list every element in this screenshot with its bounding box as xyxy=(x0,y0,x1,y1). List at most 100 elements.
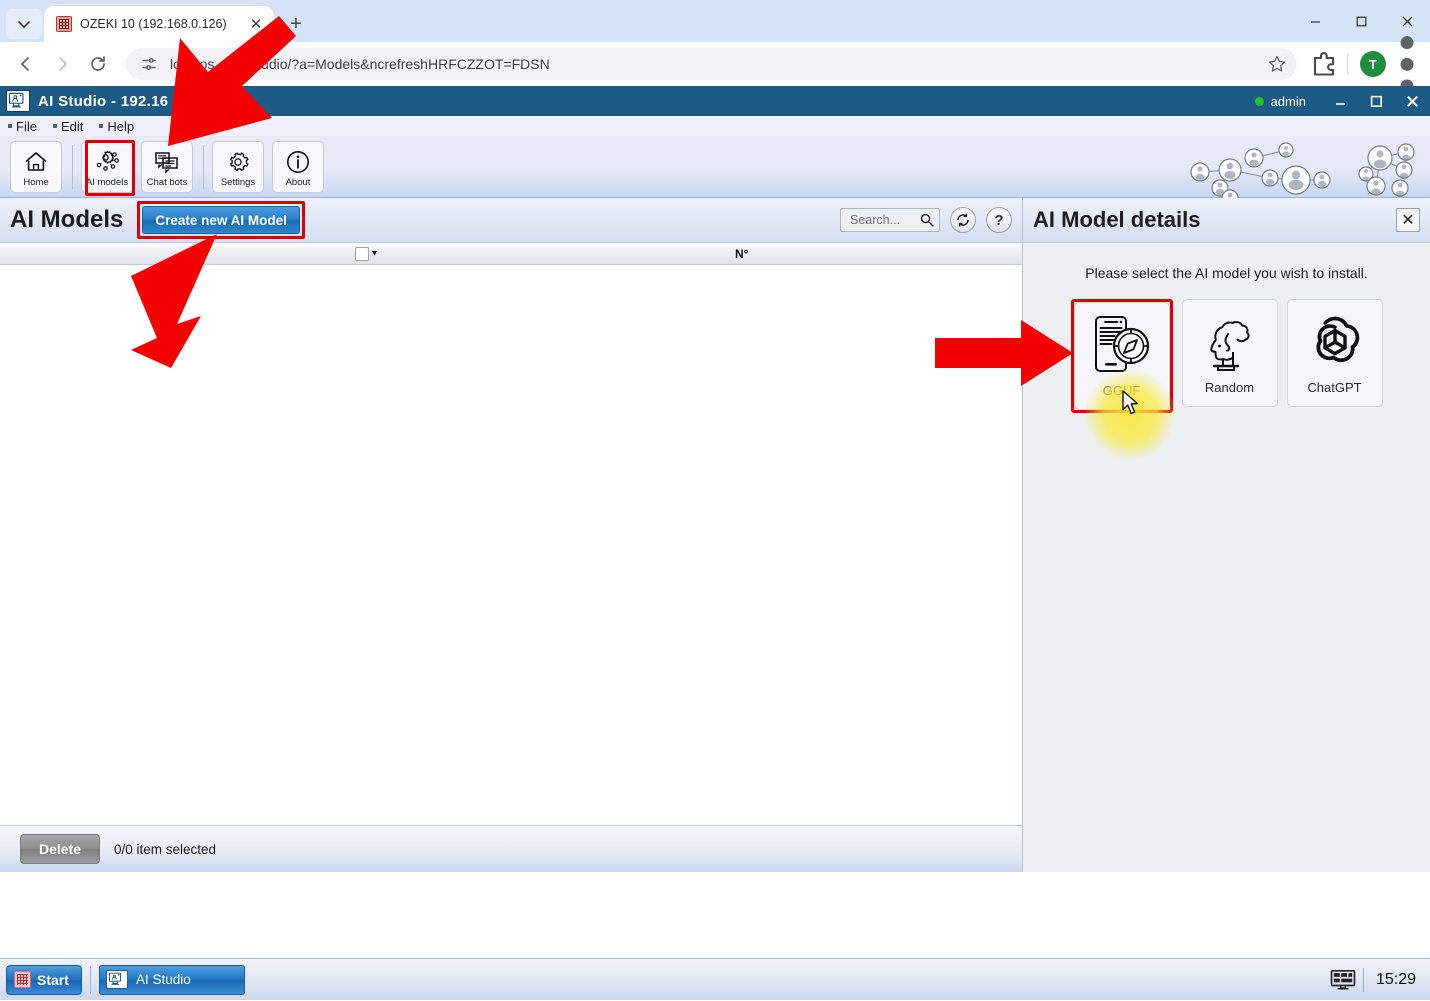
bookmark-star-icon[interactable] xyxy=(1267,54,1287,74)
menu-edit[interactable]: Edit xyxy=(52,118,84,134)
refresh-icon xyxy=(957,213,969,227)
menu-edit-label: Edit xyxy=(60,118,84,134)
minimize-icon[interactable] xyxy=(1292,0,1338,42)
toolbar-ai-models[interactable]: AI models xyxy=(81,140,133,193)
ai-models-list-pane: AI Models Create new AI Model Search... … xyxy=(0,198,1023,872)
model-card-chatgpt[interactable]: ChatGPT xyxy=(1286,299,1383,407)
column-header-number: N° xyxy=(735,246,749,261)
info-icon xyxy=(287,150,309,173)
chrome-menu-icon[interactable] xyxy=(1394,35,1420,93)
list-footer: Delete 0/0 item selected xyxy=(0,825,1022,872)
help-button[interactable]: ? xyxy=(986,207,1012,233)
taskbar-item-label: AI Studio xyxy=(136,972,191,987)
details-header: AI Model details ✕ xyxy=(1023,198,1430,243)
chevron-down-icon[interactable]: ▾ xyxy=(372,248,377,259)
select-all-control[interactable]: ▾ xyxy=(355,246,377,261)
taskbar-divider xyxy=(90,965,91,994)
search-icon[interactable] xyxy=(920,213,934,227)
toolbar-settings[interactable]: Settings xyxy=(212,140,264,193)
model-card-random[interactable]: Random xyxy=(1181,299,1278,407)
settings-gear-icon xyxy=(230,151,249,171)
status-dot xyxy=(1254,96,1264,106)
ai-studio-window: AI Studio - 192.16 admin File Edit Help … xyxy=(0,86,1430,958)
back-icon[interactable] xyxy=(10,48,42,80)
list-header: AI Models Create new AI Model Search... … xyxy=(0,198,1022,243)
chatgpt-knot-icon xyxy=(1316,316,1359,363)
avatar[interactable]: T xyxy=(1360,51,1386,77)
bullet-icon xyxy=(52,124,57,128)
bullet-icon xyxy=(99,124,104,128)
app-close-icon[interactable] xyxy=(1394,86,1430,116)
extensions-icon[interactable] xyxy=(1309,49,1339,79)
model-type-cards: GGUF Random ChatGPT xyxy=(1023,297,1430,413)
new-tab-button[interactable]: + xyxy=(282,10,310,38)
menu-help[interactable]: Help xyxy=(99,119,134,134)
list-column-header: ▾ N° xyxy=(0,243,1022,265)
model-card-gguf-label: GGUF xyxy=(1102,383,1141,398)
ai-studio-icon xyxy=(106,970,128,989)
browser-tab-strip: OZEKI 10 (192.168.0.126) ✕ + xyxy=(0,0,1430,42)
close-icon[interactable]: ✕ xyxy=(246,14,266,34)
random-head-cloud-icon xyxy=(1209,320,1250,371)
app-toolbar: Home AI models Chat bots Settings About xyxy=(0,136,1430,198)
start-button-label: Start xyxy=(37,971,69,988)
toolbar-about[interactable]: About xyxy=(272,140,324,193)
app-maximize-icon[interactable] xyxy=(1358,86,1394,116)
tab-search-dropdown-icon[interactable] xyxy=(6,9,42,39)
toolbar-divider xyxy=(1347,54,1348,74)
refresh-button[interactable] xyxy=(950,207,976,233)
browser-tab-title: OZEKI 10 (192.168.0.126) xyxy=(80,17,227,31)
app-title-bar: AI Studio - 192.16 admin xyxy=(0,86,1430,116)
app-menu-bar: File Edit Help xyxy=(0,116,1430,136)
toolbar-settings-label: Settings xyxy=(220,176,256,188)
model-card-gguf[interactable]: GGUF xyxy=(1073,302,1170,410)
toolbar-home[interactable]: Home xyxy=(10,140,62,193)
ai-models-list-body xyxy=(0,265,1022,825)
details-close-button[interactable]: ✕ xyxy=(1396,208,1420,232)
address-bar-url: lo..lhos...........tudio/?a=Models&ncref… xyxy=(170,56,550,72)
chat-bots-icon xyxy=(155,151,178,174)
address-bar[interactable]: lo..lhos...........tudio/?a=Models&ncref… xyxy=(126,48,1297,80)
create-new-ai-model-button[interactable]: Create new AI Model xyxy=(142,206,300,234)
select-all-checkbox[interactable] xyxy=(355,246,369,261)
search-box[interactable] xyxy=(840,208,940,232)
taskbar: Start AI Studio 15:29 xyxy=(0,958,1430,1000)
toolbar-home-label: Home xyxy=(23,176,49,188)
browser-tab[interactable]: OZEKI 10 (192.168.0.126) ✕ xyxy=(44,6,274,42)
menu-help-label: Help xyxy=(107,118,135,134)
ai-studio-logo-icon xyxy=(6,90,30,112)
network-graphic xyxy=(1168,136,1430,198)
toolbar-chat-bots[interactable]: Chat bots xyxy=(141,140,193,193)
forward-icon[interactable] xyxy=(46,48,78,80)
menu-file-label: File xyxy=(16,118,37,134)
display-icon[interactable] xyxy=(1323,959,1363,1001)
logged-in-user[interactable]: admin xyxy=(1254,93,1322,109)
home-icon xyxy=(25,151,47,171)
site-settings-icon[interactable] xyxy=(140,55,158,73)
toolbar-divider xyxy=(203,144,204,189)
help-icon: ? xyxy=(994,211,1004,229)
ai-models-gear-icon xyxy=(96,150,119,171)
delete-button[interactable]: Delete xyxy=(20,834,100,864)
list-header-tools: ? xyxy=(840,207,1012,233)
details-title: AI Model details xyxy=(1033,207,1201,232)
app-window-right: admin xyxy=(1254,86,1430,116)
taskbar-clock: 15:29 xyxy=(1375,971,1416,988)
gguf-card-highlight: GGUF xyxy=(1070,299,1173,413)
menu-file[interactable]: File xyxy=(8,119,37,134)
user-name: admin xyxy=(1270,93,1306,109)
maximize-icon[interactable] xyxy=(1338,0,1384,42)
taskbar-item-ai-studio[interactable]: AI Studio xyxy=(99,964,245,995)
gguf-phone-compass-icon xyxy=(1094,316,1149,372)
model-card-random-label: Random xyxy=(1204,380,1255,395)
app-body: AI Models Create new AI Model Search... … xyxy=(0,198,1430,872)
search-input[interactable] xyxy=(848,212,920,228)
bullet-icon xyxy=(8,124,12,128)
app-minimize-icon[interactable] xyxy=(1322,86,1358,116)
toolbar-chat-bots-label: Chat bots xyxy=(146,176,188,188)
system-tray: 15:29 xyxy=(1323,959,1430,1001)
start-button[interactable]: Start xyxy=(6,964,82,995)
reload-icon[interactable] xyxy=(82,48,114,80)
create-button-highlight: Create new AI Model xyxy=(137,201,305,239)
toolbar-ai-models-label: AI models xyxy=(85,176,129,188)
